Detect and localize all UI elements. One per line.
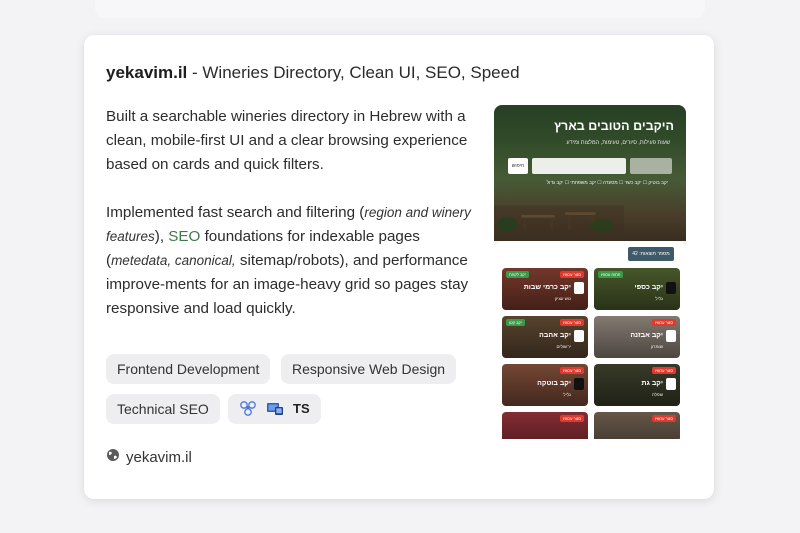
card-location: גוש עציון <box>554 296 571 301</box>
winery-logo-icon <box>666 378 676 390</box>
card-status-badge: סגור עכשיו <box>560 271 584 278</box>
preview-region-select <box>630 158 672 174</box>
preview-search-button: חיפוש <box>508 158 528 174</box>
winery-logo-icon <box>666 282 676 294</box>
card-location: גליל <box>563 392 571 397</box>
react-query-icon <box>239 401 257 417</box>
card-winery-name: יקב גת <box>641 380 664 387</box>
typescript-label: TS <box>293 401 310 416</box>
card-type-badge: יקב לקחת <box>506 271 529 278</box>
desc-text: ), <box>154 228 169 245</box>
preview-results-area: מספר תוצאות: 42 סגור עכשיו יקב לקחת יקב כר… <box>494 241 686 439</box>
preview-winery-card: סגור עכשיו יקב אבזנה שומרון <box>594 316 680 358</box>
tag-technical-seo: Technical SEO <box>106 394 220 424</box>
preview-winery-card: סגור עכשיו <box>502 412 588 439</box>
preview-search-field <box>532 158 626 174</box>
project-card: yekavim.il - Wineries Directory, Clean U… <box>84 35 714 499</box>
card-location: שומרון <box>650 344 663 349</box>
card-winery-name: יקב אהבה <box>539 332 571 339</box>
preview-winery-card: סגור עכשיו יקב בוטקה גליל <box>502 364 588 406</box>
globe-icon <box>106 448 120 466</box>
desc-text: Implemented fast search and filtering ( <box>106 204 365 221</box>
preview-winery-card: סגור עכשיו יקב קטן יקב אהבה ירושלים <box>502 316 588 358</box>
preview-hero-title: היקבים הטובים בארץ <box>554 119 674 133</box>
card-status-badge: סגור עכשיו <box>652 367 676 374</box>
card-winery-name: יקב בוטקה <box>537 380 571 387</box>
card-location: ירושלים <box>556 344 571 349</box>
card-status-badge: סגור עכשיו <box>652 415 676 422</box>
winery-logo-icon <box>574 378 584 390</box>
card-status-badge: סגור עכשיו <box>560 319 584 326</box>
preview-hero: היקבים הטובים בארץ שעות פעילות, סיורים, … <box>494 105 686 241</box>
preview-hero-subtitle: שעות פעילות, סיורים, טעימות, המלצות ומיד… <box>566 140 670 146</box>
winery-logo-icon <box>666 330 676 342</box>
preview-winery-card: סגור עכשיו יקב לקחת יקב כרמי שבות גוש עציון <box>502 268 588 310</box>
tech-stack-tag: TS <box>228 394 321 424</box>
winery-logo-icon <box>574 282 584 294</box>
tag-frontend-development: Frontend Development <box>106 354 271 384</box>
seo-highlight: SEO <box>168 228 201 245</box>
preview-filter-checkboxes: יקב בוטיק ☐ יקב כשר ☐ מסעדה ☐ יקב משפחתי… <box>546 181 668 186</box>
card-location: שפלה <box>651 392 663 397</box>
windows-devices-icon <box>266 401 284 417</box>
card-location: גליל <box>655 296 663 301</box>
preview-winery-card: פתוח עכשיו יקב כספי גליל <box>594 268 680 310</box>
project-title: yekavim.il - Wineries Directory, Clean U… <box>106 63 666 83</box>
preview-search-bar: חיפוש <box>508 158 672 174</box>
project-domain: yekavim.il <box>106 63 188 82</box>
project-description: Built a searchable wineries directory in… <box>106 105 486 321</box>
winery-logo-icon <box>574 330 584 342</box>
card-winery-name: יקב אבזנה <box>630 332 663 339</box>
project-title-rest: - Wineries Directory, Clean UI, SEO, Spe… <box>187 63 520 82</box>
preview-winery-card: סגור עכשיו יקב גת שפלה <box>594 364 680 406</box>
project-link[interactable]: yekavim.il <box>106 448 192 466</box>
desc-emphasis: metedata, canonical, <box>111 253 236 268</box>
card-type-badge: פתוח עכשיו <box>598 271 624 278</box>
tag-responsive-web-design: Responsive Web Design <box>281 354 457 384</box>
card-type-badge: יקב קטן <box>506 319 525 326</box>
preview-results-count: מספר תוצאות: 42 <box>628 247 674 261</box>
preview-winery-card: סגור עכשיו <box>594 412 680 439</box>
card-status-badge: סגור עכשיו <box>560 415 584 422</box>
card-winery-name: יקב כרמי שבות <box>523 284 571 291</box>
description-paragraph-2: Implemented fast search and filtering (r… <box>106 201 486 321</box>
card-status-badge: סגור עכשיו <box>560 367 584 374</box>
card-status-badge: סגור עכשיו <box>652 319 676 326</box>
project-link-text[interactable]: yekavim.il <box>126 449 192 466</box>
previous-card-edge <box>95 0 705 18</box>
description-paragraph-1: Built a searchable wineries directory in… <box>106 108 468 173</box>
website-preview: היקבים הטובים בארץ שעות פעילות, סיורים, … <box>494 105 686 439</box>
card-winery-name: יקב כספי <box>634 284 663 291</box>
